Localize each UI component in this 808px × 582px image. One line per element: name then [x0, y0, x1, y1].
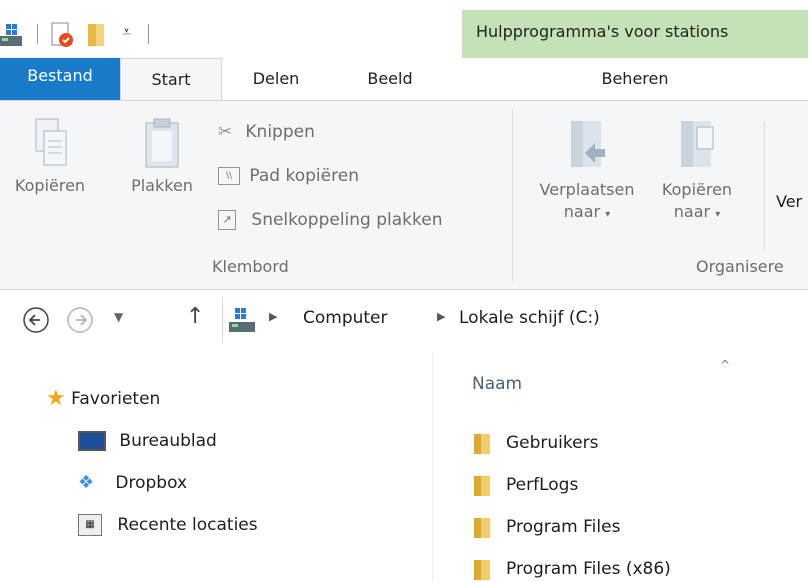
column-header-name[interactable]: Naam	[472, 374, 522, 394]
tab-delen[interactable]: Delen	[226, 58, 326, 100]
address-bar[interactable]: ▶ Computer ▶ Lokale schijf (C:)	[222, 298, 808, 342]
nav-item-desktop[interactable]: Bureaublad	[78, 428, 217, 454]
folder-icon	[474, 560, 490, 580]
forward-icon[interactable]	[66, 306, 94, 334]
file-name: Program Files	[506, 517, 621, 537]
copy-to-icon	[681, 121, 714, 167]
drive-icon	[229, 308, 255, 332]
file-name: Program Files (x86)	[506, 559, 671, 579]
copy-to-label-2: naar	[673, 202, 711, 221]
desktop-icon	[78, 431, 106, 451]
nav-item-label: Bureaublad	[119, 431, 217, 451]
clipboard-group-label: Klembord	[212, 257, 289, 276]
move-to-button[interactable]: Verplaatsen naar ▾	[524, 117, 650, 226]
copy-path-label: Pad kopiëren	[249, 166, 359, 186]
tab-beeld[interactable]: Beeld	[340, 58, 440, 100]
copy-path-button[interactable]: \\ Pad kopiëren	[218, 163, 359, 189]
nav-item-dropbox[interactable]: ❖ Dropbox	[78, 470, 187, 496]
back-icon[interactable]	[22, 306, 50, 334]
tab-beheren[interactable]: Beheren	[462, 58, 808, 100]
partial-button-label[interactable]: Ver	[776, 191, 808, 213]
folder-icon	[474, 434, 490, 454]
customize-qat-icon[interactable]: ⩡	[122, 22, 131, 42]
up-icon[interactable]: ↑	[186, 304, 204, 329]
paste-icon	[145, 118, 179, 168]
organize-group-label: Organisere	[696, 257, 784, 276]
nav-favorites[interactable]: ★ Favorieten	[46, 386, 160, 412]
copy-to-button[interactable]: Kopiëren naar ▾	[654, 117, 740, 226]
breadcrumb-local-disk[interactable]: Lokale schijf (C:)	[459, 308, 600, 328]
copy-label: Kopiëren	[14, 176, 86, 195]
contextual-tab-title: Hulpprogramma's voor stations	[462, 10, 808, 58]
star-icon: ★	[46, 386, 66, 411]
list-item[interactable]: Program Files	[472, 514, 620, 540]
paste-shortcut-button[interactable]: ↗ Snelkoppeling plakken	[218, 207, 443, 233]
breadcrumb-chevron-icon[interactable]: ▶	[437, 310, 445, 323]
copy-to-label-1: Kopiëren	[661, 180, 733, 199]
copy-path-icon: \\	[218, 167, 240, 185]
group-separator	[512, 109, 513, 281]
quick-access-toolbar: ⩡	[0, 10, 462, 58]
new-folder-icon[interactable]	[86, 22, 108, 48]
paste-shortcut-label: Snelkoppeling plakken	[251, 210, 443, 230]
nav-item-label: Recente locaties	[117, 515, 258, 535]
qat-separator	[148, 24, 149, 44]
paste-label: Plakken	[131, 176, 193, 195]
cut-label: Knippen	[245, 122, 315, 142]
paste-shortcut-icon: ↗	[218, 210, 236, 230]
properties-icon[interactable]	[50, 22, 74, 48]
dropdown-arrow-icon: ▾	[715, 209, 721, 220]
qat-separator	[37, 24, 38, 44]
recent-places-icon: ▦	[78, 514, 102, 536]
file-name: Gebruikers	[506, 433, 599, 453]
move-to-label-2: naar	[563, 202, 601, 221]
dropdown-arrow-icon: ▾	[605, 209, 611, 220]
nav-item-recent[interactable]: ▦ Recente locaties	[78, 512, 258, 538]
tab-start[interactable]: Start	[120, 58, 222, 100]
copy-button[interactable]: Kopiëren	[10, 117, 90, 197]
drive-icon[interactable]	[0, 22, 22, 48]
nav-favorites-label: Favorieten	[71, 389, 161, 409]
folder-icon	[474, 518, 490, 538]
list-item[interactable]: Program Files (x86)	[472, 556, 671, 582]
pane-divider[interactable]	[432, 352, 433, 582]
paste-button[interactable]: Plakken	[122, 117, 202, 197]
cut-button[interactable]: ✂ Knippen	[218, 119, 315, 145]
list-item[interactable]: Gebruikers	[472, 430, 598, 456]
move-to-icon	[571, 121, 605, 167]
breadcrumb-chevron-icon[interactable]: ▶	[269, 310, 277, 323]
ribbon-tabs: Bestand Start Delen Beeld Beheren	[0, 58, 808, 100]
breadcrumb-computer[interactable]: Computer	[303, 308, 388, 328]
ribbon: Kopiëren Plakken ✂ Knippen \\ Pad kopiër…	[0, 100, 808, 290]
recent-locations-dropdown-icon[interactable]: ▼	[114, 310, 123, 324]
folder-icon	[474, 476, 490, 496]
list-item[interactable]: PerfLogs	[472, 472, 578, 498]
sort-ascending-icon: ^	[720, 358, 731, 372]
tab-bestand[interactable]: Bestand	[0, 58, 120, 100]
nav-item-label: Dropbox	[115, 473, 188, 493]
copy-icon	[35, 118, 67, 166]
dropbox-icon: ❖	[78, 472, 95, 493]
scissors-icon: ✂	[218, 122, 233, 142]
move-to-label-1: Verplaatsen	[539, 180, 635, 199]
group-separator	[764, 121, 765, 251]
file-name: PerfLogs	[506, 475, 579, 495]
